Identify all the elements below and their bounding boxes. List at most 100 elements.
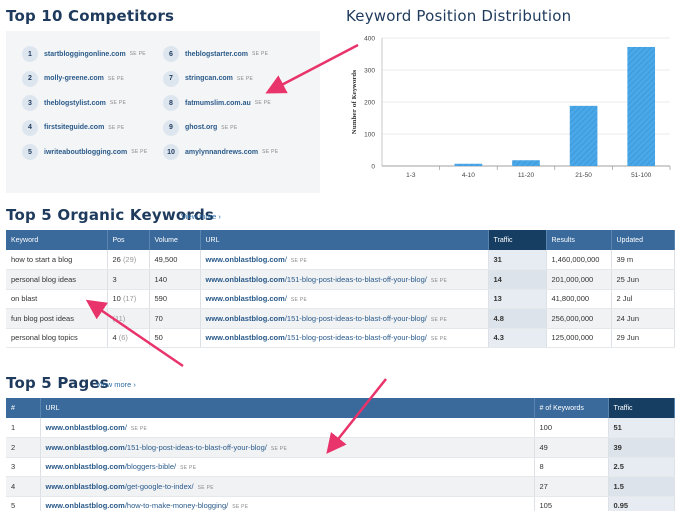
page-rank-cell: 1 [6,418,41,438]
ranking-url-link[interactable]: www.onblastblog.com/151-blog-post-ideas-… [206,314,427,323]
competitor-domain-link[interactable]: iwriteaboutblogging.com [44,149,127,156]
se-pe-links[interactable]: SE PE [237,76,253,82]
keyword-count-cell: 49 [534,437,609,458]
ranking-url-link[interactable]: www.onblastblog.com/151-blog-post-ideas-… [206,333,427,342]
previous-position: (11) [112,313,126,323]
x-tick-label: 4-10 [462,172,475,179]
se-pe-links[interactable]: SE PE [198,485,214,491]
col-traffic[interactable]: Traffic [488,230,547,250]
url-domain: www.onblastblog.com [45,423,125,432]
competitor-item[interactable]: 2 molly-greene.com SE PE [22,70,124,87]
competitor-rank-badge: 8 [163,95,179,111]
x-tick-label: 11-20 [518,172,535,179]
col-url[interactable]: URL [40,398,535,418]
competitor-item[interactable]: 5 iwriteaboutblogging.com SE PE [22,144,147,160]
keyword-cell: personal blog topics [6,328,108,348]
competitor-rank-badge: 2 [22,70,38,87]
traffic-cell: 0.95 [608,496,675,511]
se-pe-links[interactable]: SE PE [271,446,287,452]
bar-51-100[interactable] [627,46,656,166]
page-row: 4 www.onblastblog.com/get-google-to-index… [6,476,675,497]
keywords-view-more-link[interactable]: View more › [181,212,221,221]
competitor-item[interactable]: 8 fatmumslim.com.au SE PE [163,95,271,111]
volume-cell: 50 [149,328,201,348]
page-row: 1 www.onblastblog.com/SE PE 100 51 [6,418,675,438]
x-tick-label: 21-50 [575,172,592,179]
page-url-link[interactable]: www.onblastblog.com/ [46,423,127,432]
keyword-row: personal blog topics 4 (6) 50 www.onblastbl… [6,328,675,348]
keyword-cell: on blast [6,289,108,309]
se-pe-links[interactable]: SE PE [431,317,447,323]
position-cell: 4 (6) [107,328,150,348]
competitor-domain-link[interactable]: firstsiteguide.com [44,124,104,131]
col-keyword-count[interactable]: # of Keywords [534,398,609,418]
se-pe-links[interactable]: SE PE [431,336,447,342]
se-pe-links[interactable]: SE PE [131,426,147,432]
url-domain: www.onblastblog.com [45,501,125,511]
se-pe-links[interactable]: SE PE [131,149,147,155]
page-url-link[interactable]: www.onblastblog.com/bloggers-bible/ [46,462,177,471]
se-pe-links[interactable]: SE PE [255,100,271,106]
volume-cell: 140 [149,269,201,290]
se-pe-links[interactable]: SE PE [431,278,447,284]
se-pe-links[interactable]: SE PE [180,465,196,471]
competitor-item[interactable]: 9 ghost.org SE PE [163,119,238,136]
competitor-domain-link[interactable]: fatmumslim.com.au [185,100,251,107]
position-value: 26 [112,255,121,264]
se-pe-links[interactable]: SE PE [262,149,278,155]
page-url-link[interactable]: www.onblastblog.com/how-to-make-money-bl… [46,501,229,510]
ranking-url-link[interactable]: www.onblastblog.com/ [206,255,287,264]
competitor-item[interactable]: 3 theblogstylist.com SE PE [22,95,126,111]
se-pe-links[interactable]: SE PE [108,125,124,131]
se-pe-links[interactable]: SE PE [291,258,307,264]
competitor-domain-link[interactable]: ghost.org [185,124,217,131]
page-url-link[interactable]: www.onblastblog.com/151-blog-post-ideas-… [46,443,267,452]
bar-4-10[interactable] [454,163,483,166]
col-volume[interactable]: Volume [149,230,201,250]
competitor-item[interactable]: 10 amylynnandrews.com SE PE [163,144,278,160]
se-pe-links[interactable]: SE PE [221,125,237,131]
page-row: 5 www.onblastblog.com/how-to-make-money-b… [6,496,675,511]
competitor-item[interactable]: 7 stringcan.com SE PE [163,70,253,87]
bar-11-20[interactable] [512,160,540,166]
traffic-cell: 4.8 [488,308,547,329]
competitor-item[interactable]: 6 theblogstarter.com SE PE [163,46,268,62]
ranking-url-link[interactable]: www.onblastblog.com/151-blog-post-ideas-… [206,275,427,284]
se-pe-links[interactable]: SE PE [108,76,124,82]
competitor-rank-badge: 1 [22,46,38,62]
keyword-row: personal blog ideas 3 140 www.onblastblog.… [6,269,675,290]
col-keyword[interactable]: Keyword [6,230,108,250]
col-results[interactable]: Results [546,230,612,250]
competitor-domain-link[interactable]: startbloggingonline.com [44,51,126,58]
se-pe-links[interactable]: SE PE [110,100,126,106]
page-url-link[interactable]: www.onblastblog.com/get-google-to-index/ [46,482,194,491]
position-value: 4 [112,333,117,343]
se-pe-links[interactable]: SE PE [130,51,146,57]
se-pe-links[interactable]: SE PE [291,297,307,303]
ranking-url-link[interactable]: www.onblastblog.com/ [206,294,287,303]
position-cell: 10 (17) [107,289,150,309]
keyword-row: on blast 10 (17) 590 www.onblastblog.com/SE… [6,289,675,309]
competitor-item[interactable]: 4 firstsiteguide.com SE PE [22,119,125,136]
url-domain: www.onblastblog.com [45,462,125,472]
competitor-domain-link[interactable]: amylynnandrews.com [185,149,258,156]
competitor-domain-link[interactable]: stringcan.com [185,75,233,82]
col-updated[interactable]: Updated [611,230,675,250]
bar-21-50[interactable] [569,105,598,166]
pages-view-more-link[interactable]: View more › [96,380,136,389]
col-pos[interactable]: Pos [107,230,150,250]
col-num[interactable]: # [6,398,41,418]
results-cell: 201,000,000 [546,269,612,290]
col-url[interactable]: URL [200,230,489,250]
competitor-item[interactable]: 1 startbloggingonline.com SE PE [22,46,146,62]
competitor-domain-link[interactable]: theblogstylist.com [44,100,106,107]
competitor-domain-link[interactable]: molly-greene.com [44,75,104,82]
keyword-row: how to start a blog 26 (29) 49,500 www.onbl… [6,250,675,270]
results-cell: 41,800,000 [546,289,612,309]
competitor-domain-link[interactable]: theblogstarter.com [185,51,248,58]
col-traffic[interactable]: Traffic [608,398,675,418]
se-pe-links[interactable]: SE PE [232,504,248,510]
url-domain: www.onblastblog.com [45,481,125,491]
competitor-rank-badge: 7 [163,70,179,87]
se-pe-links[interactable]: SE PE [252,51,268,57]
